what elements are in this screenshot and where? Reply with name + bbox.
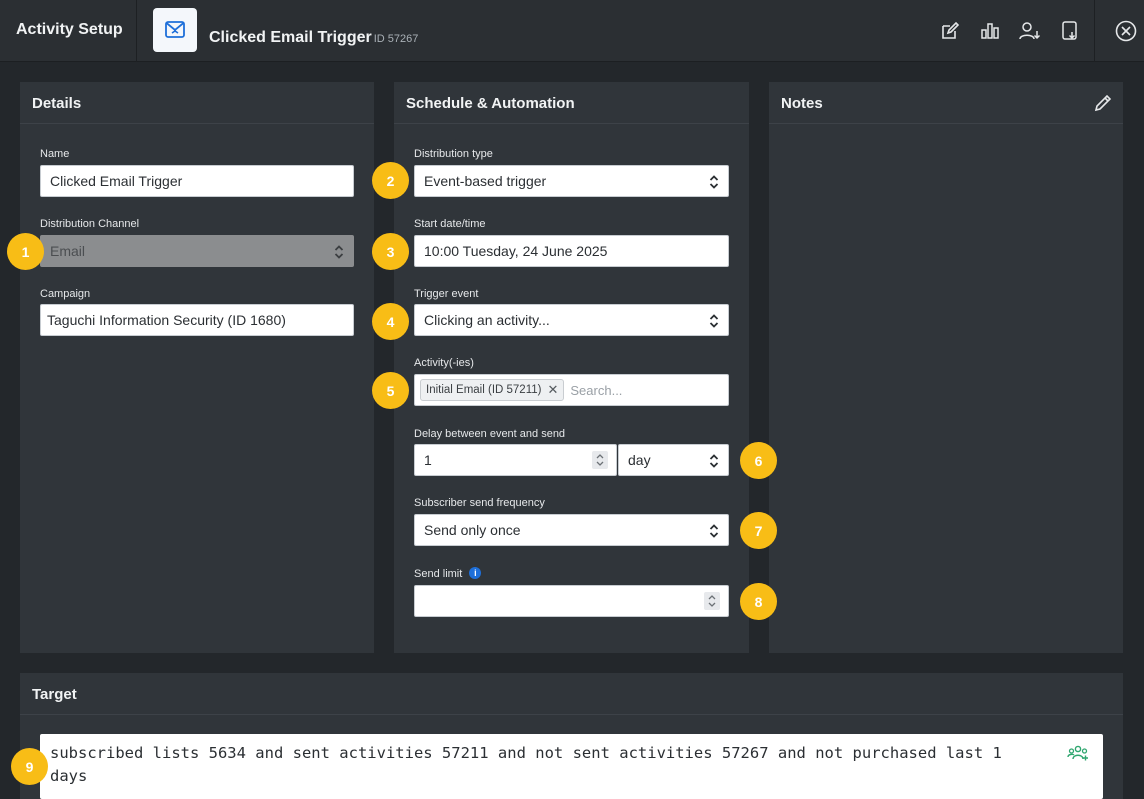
trigger-value: Clicking an activity...: [424, 312, 550, 328]
step-badge-7: 7: [740, 512, 777, 549]
send-limit-text: Send limit: [414, 568, 463, 580]
email-activity-icon: [153, 8, 197, 52]
activities-label: Activity(-ies): [414, 357, 474, 369]
frequency-label: Subscriber send frequency: [414, 497, 545, 509]
name-label: Name: [40, 148, 70, 160]
activity-chip: Initial Email (ID 57211) ✕: [420, 379, 565, 401]
send-limit-label: Send limit i: [414, 567, 482, 580]
pencil-icon[interactable]: [1093, 93, 1113, 113]
activity-title: Clicked Email Trigger: [209, 29, 372, 46]
stats-icon[interactable]: [978, 19, 1002, 43]
delay-label: Delay between event and send: [414, 428, 566, 440]
distribution-type-select[interactable]: Event-based trigger: [414, 165, 729, 197]
delay-value: 1: [424, 452, 432, 468]
activity-chip-label: Initial Email (ID 57211): [426, 384, 542, 396]
start-label: Start date/time: [414, 218, 486, 230]
campaign-input[interactable]: Taguchi Information Security (ID 1680): [40, 304, 354, 336]
step-badge-2: 2: [372, 162, 409, 199]
target-expression: subscribed lists 5634 and sent activitie…: [50, 744, 1002, 785]
step-badge-3: 3: [372, 233, 409, 270]
name-value: Clicked Email Trigger: [50, 173, 183, 189]
close-icon[interactable]: [1114, 19, 1138, 43]
select-arrows-icon: [709, 454, 719, 468]
channel-label: Distribution Channel: [40, 218, 140, 230]
name-input[interactable]: Clicked Email Trigger: [40, 165, 354, 197]
user-download-icon[interactable]: [1018, 19, 1042, 43]
step-badge-8: 8: [740, 583, 777, 620]
header-divider: [136, 0, 137, 62]
edit-icon[interactable]: [938, 19, 962, 43]
start-value: 10:00 Tuesday, 24 June 2025: [424, 243, 608, 259]
trigger-label: Trigger event: [414, 288, 479, 300]
frequency-select[interactable]: Send only once: [414, 514, 729, 546]
details-title: Details: [20, 82, 374, 124]
distribution-type-value: Event-based trigger: [424, 173, 547, 189]
activity-name: Clicked Email Trigger ID 57267: [209, 29, 418, 47]
channel-value: Email: [50, 243, 86, 259]
target-title: Target: [20, 673, 1123, 715]
campaign-label: Campaign: [40, 288, 91, 300]
select-arrows-icon: [334, 245, 344, 259]
schedule-title: Schedule & Automation: [394, 82, 749, 124]
audience-add-icon[interactable]: [1067, 744, 1089, 764]
trigger-event-select[interactable]: Clicking an activity...: [414, 304, 729, 336]
notes-panel: Notes: [769, 82, 1123, 653]
distribution-type-label: Distribution type: [414, 148, 493, 160]
campaign-value: Taguchi Information Security (ID 1680): [47, 312, 286, 328]
target-expression-editor[interactable]: subscribed lists 5634 and sent activitie…: [40, 734, 1103, 799]
select-arrows-icon: [709, 175, 719, 189]
step-badge-6: 6: [740, 442, 777, 479]
number-stepper[interactable]: [704, 592, 720, 610]
select-arrows-icon: [709, 524, 719, 538]
send-limit-input[interactable]: [414, 585, 729, 617]
activities-multiselect[interactable]: Initial Email (ID 57211) ✕ Search...: [414, 374, 729, 406]
channel-select: Email: [40, 235, 354, 267]
delay-unit-select[interactable]: day: [618, 444, 729, 476]
step-badge-9: 9: [11, 748, 48, 785]
app-title: Activity Setup: [16, 21, 123, 38]
activities-search-placeholder[interactable]: Search...: [570, 383, 622, 398]
start-datetime-input[interactable]: 10:00 Tuesday, 24 June 2025: [414, 235, 729, 267]
step-badge-1: 1: [7, 233, 44, 270]
step-badge-4: 4: [372, 303, 409, 340]
top-bar: Activity Setup Clicked Email Trigger ID 5…: [0, 0, 1144, 62]
delay-unit-value: day: [628, 452, 651, 468]
document-download-icon[interactable]: [1058, 19, 1082, 43]
step-badge-5: 5: [372, 372, 409, 409]
frequency-value: Send only once: [424, 522, 521, 538]
number-stepper[interactable]: [592, 451, 608, 469]
info-icon[interactable]: i: [469, 567, 482, 579]
header-divider: [1094, 0, 1095, 62]
delay-number-input[interactable]: 1: [414, 444, 617, 476]
notes-title: Notes: [769, 82, 1123, 124]
activity-id: ID 57267: [373, 33, 419, 45]
select-arrows-icon: [709, 314, 719, 328]
remove-chip-icon[interactable]: ✕: [547, 382, 558, 398]
